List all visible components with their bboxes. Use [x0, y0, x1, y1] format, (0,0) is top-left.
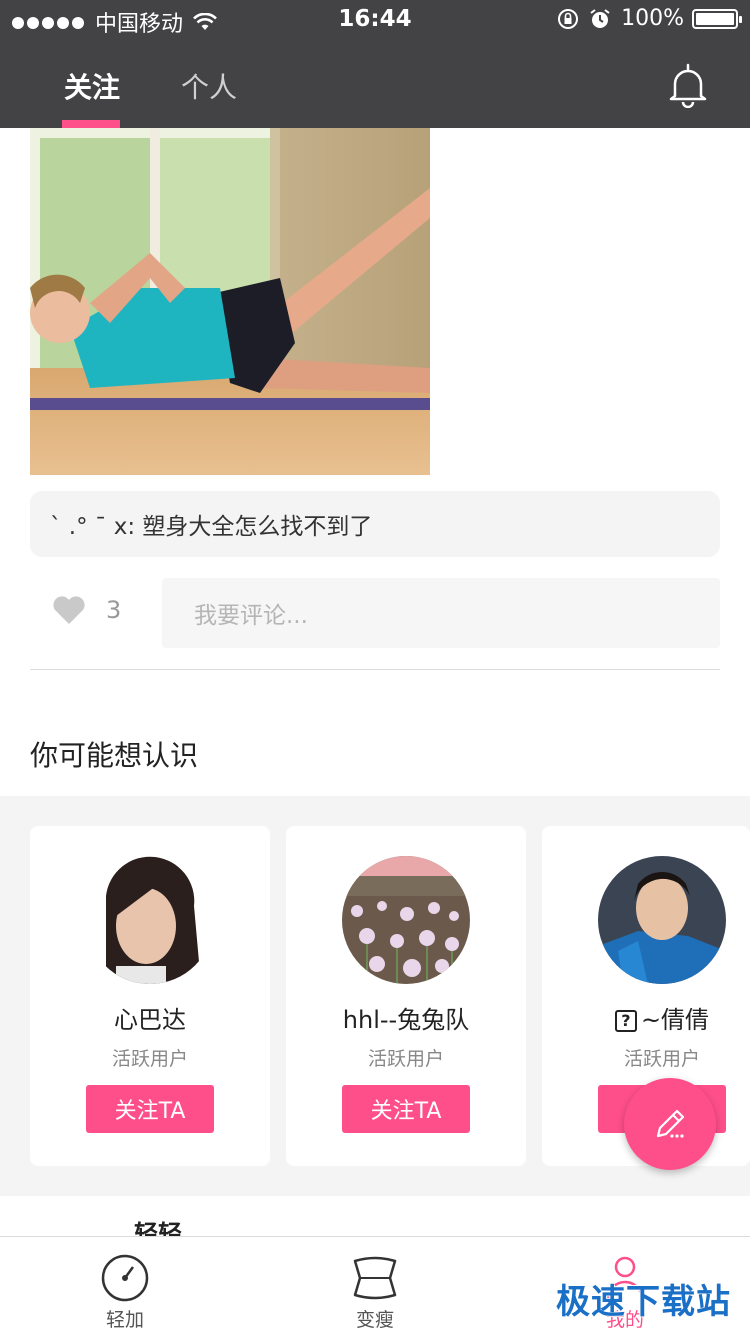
user-status: 活跃用户 — [367, 1048, 444, 1070]
like-button[interactable]: 3 — [52, 595, 121, 625]
status-bar: 中国移动 16:44 100% — [0, 0, 750, 40]
heart-icon — [53, 596, 85, 624]
rotation-lock-icon — [558, 8, 579, 29]
avatar[interactable] — [598, 856, 726, 984]
comment-input[interactable]: 我要评论... — [162, 578, 720, 648]
user-name: 心巴达 — [114, 1006, 186, 1034]
section-title: 你可能想认识 — [30, 739, 199, 772]
active-tab-indicator — [62, 120, 120, 128]
tab-label: 变瘦 — [355, 1309, 394, 1331]
tab-follow[interactable]: 关注 — [64, 66, 120, 106]
post-image[interactable] — [30, 128, 430, 475]
user-status: 活跃用户 — [623, 1048, 700, 1070]
comment-placeholder: 我要评论... — [194, 603, 308, 629]
post-comment: ˋ .° ˉ x: 塑身大全怎么找不到了 — [30, 491, 720, 557]
comment-text: ˋ .° ˉ x: 塑身大全怎么找不到了 — [50, 514, 373, 540]
tab-personal[interactable]: 个人 — [181, 66, 237, 106]
pencil-icon — [656, 1109, 685, 1138]
gauge-icon — [101, 1254, 149, 1302]
follow-button[interactable]: 关注TA — [342, 1085, 470, 1133]
suggestion-card[interactable]: 心巴达 活跃用户 关注TA — [30, 826, 270, 1166]
compose-button[interactable] — [624, 1078, 716, 1170]
waist-icon — [353, 1256, 397, 1300]
follow-button[interactable]: 关注TA — [86, 1085, 214, 1133]
user-name: hhl--兔兔队 — [342, 1006, 470, 1034]
user-name: ? ~倩倩 — [542, 1000, 750, 1035]
battery-percent: 100% — [621, 6, 684, 31]
watermark-logo: 极速下载站 — [556, 1282, 731, 1322]
suggestion-card[interactable]: hhl--兔兔队 活跃用户 关注TA — [286, 826, 526, 1166]
battery-icon — [692, 8, 742, 29]
top-nav: 关注 个人 — [0, 40, 750, 128]
tab-label: 轻加 — [105, 1309, 144, 1331]
user-status: 活跃用户 — [111, 1048, 188, 1070]
avatar[interactable] — [86, 856, 214, 984]
divider — [30, 669, 720, 670]
alarm-icon — [590, 8, 610, 28]
avatar[interactable] — [342, 856, 470, 984]
unknown-glyph-icon: ? — [614, 1010, 637, 1032]
like-count: 3 — [106, 596, 122, 624]
tab-bianshou[interactable]: 变瘦 — [315, 1237, 435, 1334]
notification-bell-icon[interactable] — [666, 62, 710, 108]
tab-qingjia[interactable]: 轻加 — [65, 1237, 185, 1334]
